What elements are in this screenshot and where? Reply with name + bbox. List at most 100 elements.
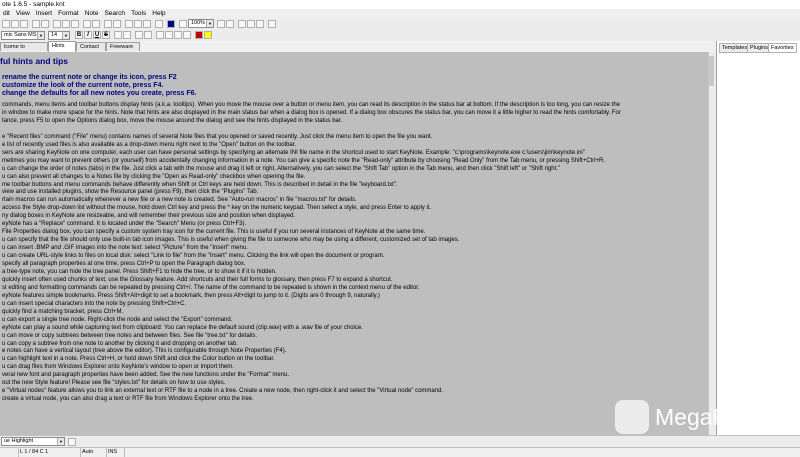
tip-line: change the defaults for all new notes yo… bbox=[2, 90, 197, 97]
hint-line: u can also prevent all changes to a Note… bbox=[2, 173, 306, 180]
tab-contact[interactable]: Contact bbox=[76, 42, 106, 51]
align-center-icon[interactable] bbox=[165, 31, 173, 39]
tree-icon[interactable] bbox=[155, 20, 163, 28]
hint-line: File Properties dialog box, you can spec… bbox=[2, 229, 426, 236]
font-color-icon[interactable] bbox=[195, 31, 203, 39]
menu-note[interactable]: Note bbox=[82, 9, 102, 18]
menu-search[interactable]: Search bbox=[101, 9, 128, 18]
menu-insert[interactable]: Insert bbox=[33, 9, 55, 18]
justify-icon[interactable] bbox=[183, 31, 191, 39]
print-icon[interactable] bbox=[32, 20, 40, 28]
hint-line: create a virtual node, you can also drag… bbox=[2, 396, 254, 403]
cut-icon[interactable] bbox=[53, 20, 61, 28]
tab-freeware[interactable]: Freeware bbox=[106, 42, 140, 51]
zoom-out-icon[interactable] bbox=[226, 20, 234, 28]
zoom-value: 100% bbox=[191, 20, 206, 26]
hint-line: out the new Style feature! Please see fi… bbox=[2, 380, 226, 387]
hint-line: quickly insert often used chunks of text… bbox=[2, 276, 393, 283]
indent-increase-icon[interactable] bbox=[144, 31, 152, 39]
hint-line: a tree-type note, you can hide the tree … bbox=[2, 268, 277, 275]
menu-format[interactable]: Format bbox=[55, 9, 82, 18]
hint-line: u can insert .BMP and .GIF images into t… bbox=[2, 245, 248, 252]
font-size-value: 14 bbox=[51, 32, 58, 38]
redo-icon[interactable] bbox=[92, 20, 100, 28]
preview-icon[interactable] bbox=[41, 20, 49, 28]
font-size-select[interactable]: 14 ▼ bbox=[48, 31, 70, 40]
numbering-icon[interactable] bbox=[123, 31, 131, 39]
hint-line: u can export a single tree node. Right-c… bbox=[2, 316, 233, 323]
hint-line: u can move or copy subtrees between tree… bbox=[2, 332, 258, 339]
resource-panel: Templates Plugins Favorites bbox=[716, 41, 800, 435]
paste-icon[interactable] bbox=[71, 20, 79, 28]
align-right-icon[interactable] bbox=[174, 31, 182, 39]
zoom-select[interactable]: 100% ▼ bbox=[188, 19, 214, 28]
help-icon[interactable] bbox=[256, 20, 264, 28]
word-wrap-icon[interactable] bbox=[238, 20, 246, 28]
bold-button[interactable]: B bbox=[75, 31, 83, 39]
undo-icon[interactable] bbox=[83, 20, 91, 28]
tab-hints[interactable]: Hints bbox=[48, 41, 76, 52]
note-editor[interactable]: ful hints and tips rename the current no… bbox=[0, 52, 708, 435]
menu-view[interactable]: View bbox=[13, 9, 33, 18]
chevron-down-icon: ▼ bbox=[62, 32, 69, 39]
tab-favorites[interactable]: Favorites bbox=[768, 43, 797, 53]
rename-note-icon[interactable] bbox=[134, 20, 142, 28]
tab-welcome[interactable]: lcome to KeyNote bbox=[0, 42, 48, 59]
find-next-icon[interactable] bbox=[113, 20, 121, 28]
underline-button[interactable]: U bbox=[93, 31, 101, 39]
menu-help[interactable]: Help bbox=[149, 9, 168, 18]
highlight-icon[interactable] bbox=[179, 20, 187, 28]
zoom-in-icon[interactable] bbox=[217, 20, 225, 28]
copy-icon[interactable] bbox=[62, 20, 70, 28]
hint-line: u can change the order of notes (tabs) i… bbox=[2, 165, 561, 172]
new-file-icon[interactable] bbox=[2, 20, 10, 28]
find-icon[interactable] bbox=[104, 20, 112, 28]
watermark-text: MegaProgz bbox=[655, 404, 773, 430]
hint-line: eyNote features simple bookmarks. Press … bbox=[2, 292, 380, 299]
highlight-color-icon[interactable] bbox=[204, 31, 212, 39]
apply-style-icon[interactable] bbox=[68, 438, 76, 446]
menu-tools[interactable]: Tools bbox=[128, 9, 149, 18]
hint-line: specify all paragraph properties at one … bbox=[2, 261, 246, 267]
hint-line: in window to make more space for the hin… bbox=[2, 109, 621, 116]
hint-line: u can insert special characters into the… bbox=[2, 300, 187, 307]
align-left-icon[interactable] bbox=[156, 31, 164, 39]
hint-line: veral new font and paragraph properties … bbox=[2, 372, 290, 379]
hint-line: u can highlight text in a note. Press Ct… bbox=[2, 356, 275, 363]
scrollbar-thumb[interactable] bbox=[709, 56, 714, 86]
hint-line: e notes can have a vertical layout (tree… bbox=[2, 348, 287, 355]
hint-line: e "Virtual nodes" feature allows you to … bbox=[2, 388, 444, 395]
hint-line: metimes you may want to prevent others (… bbox=[2, 157, 606, 164]
color-icon[interactable] bbox=[167, 20, 175, 28]
chevron-down-icon: ▼ bbox=[206, 20, 213, 27]
hint-line: quickly find a matching bracket, press C… bbox=[2, 308, 124, 315]
hint-line: eyNote can play a sound while capturing … bbox=[2, 324, 363, 331]
hint-line: u can create URL-style links to files on… bbox=[2, 253, 385, 260]
italic-button[interactable]: I bbox=[84, 31, 92, 39]
hint-line: e list of recently used files is also av… bbox=[2, 141, 297, 148]
style-select[interactable]: ue Highlight ▼ bbox=[1, 437, 65, 446]
hint-line: tance, press F5 to open the Options dial… bbox=[2, 117, 343, 124]
tab-templates[interactable]: Templates bbox=[719, 43, 751, 53]
bullets-icon[interactable] bbox=[114, 31, 122, 39]
window-title: ote 1.6.5 - sample.knt bbox=[2, 1, 65, 8]
hint-line: u can specify that the file should only … bbox=[2, 237, 460, 244]
vertical-scrollbar[interactable] bbox=[708, 52, 716, 435]
open-file-icon[interactable] bbox=[11, 20, 19, 28]
hint-line: me toolbar buttons and menu commands beh… bbox=[2, 181, 398, 188]
save-icon[interactable] bbox=[20, 20, 28, 28]
style-value: ue Highlight bbox=[4, 438, 34, 444]
watermark: MegaProgz bbox=[615, 398, 800, 444]
font-name-select[interactable]: mic Sans MS ▼ bbox=[1, 31, 45, 40]
note-heading: ful hints and tips bbox=[0, 56, 68, 66]
menu-edit[interactable]: dit bbox=[0, 9, 13, 18]
options-icon[interactable] bbox=[247, 20, 255, 28]
indent-decrease-icon[interactable] bbox=[135, 31, 143, 39]
delete-note-icon[interactable] bbox=[143, 20, 151, 28]
strikeout-button[interactable]: S bbox=[102, 31, 110, 39]
chevron-down-icon: ▼ bbox=[57, 438, 64, 445]
chevron-down-icon: ▼ bbox=[37, 32, 44, 39]
new-note-icon[interactable] bbox=[125, 20, 133, 28]
hint-line: commands, menu items and toolbar buttons… bbox=[2, 102, 620, 108]
exit-icon[interactable] bbox=[268, 20, 276, 28]
